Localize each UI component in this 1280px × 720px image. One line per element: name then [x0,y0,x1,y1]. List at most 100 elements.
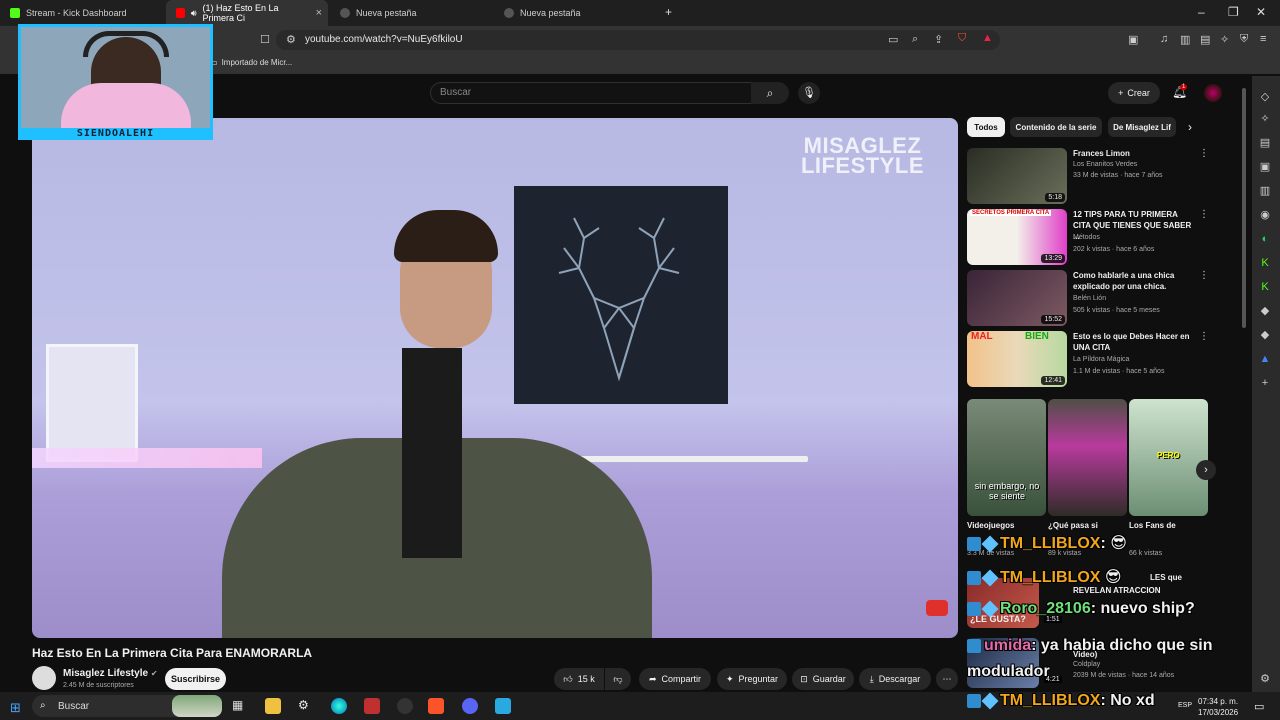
chip-todos[interactable]: Todos [967,117,1005,137]
minimize-icon[interactable]: – [1198,5,1205,19]
file-explorer-icon[interactable] [265,698,281,714]
more-vert-icon[interactable]: ⋮ [1199,270,1209,281]
share-button[interactable]: ➦ Compartir [639,668,711,690]
app-icon[interactable] [364,698,380,714]
app-icon[interactable]: ◆ [1258,304,1272,318]
bookmark-icon[interactable]: ☐ [260,33,270,46]
tab-new-2[interactable]: Nueva pestaña [494,0,656,26]
more-vert-icon[interactable]: ⋮ [1199,148,1209,159]
task-view-icon[interactable]: ▦ [232,698,248,714]
brave-shield-icon[interactable]: ⛉ [958,32,966,45]
gem-badge-icon [981,535,999,553]
music-icon[interactable]: ♫ [1160,33,1168,45]
reading-list-icon[interactable]: ▤ [1258,136,1272,150]
restore-icon[interactable]: ❐ [1228,5,1239,19]
brave-rewards-icon[interactable]: ▲ [982,32,993,44]
more-actions-button[interactable]: ⋯ [936,668,958,690]
kick-icon[interactable]: K [1258,256,1272,270]
leo-icon[interactable]: ✧ [1258,112,1272,126]
save-label: Guardar [812,674,846,684]
search-input[interactable] [430,82,752,104]
discord-icon[interactable] [462,698,478,714]
sidebar-add-icon[interactable]: ◇ [1258,90,1272,104]
shorts-next-icon[interactable]: › [1196,460,1216,480]
notifications-icon[interactable]: ▭ [1254,700,1264,713]
download-button[interactable]: ⤓ Descargar [859,668,931,690]
account-avatar[interactable] [1204,84,1222,102]
close-tab-icon[interactable]: × [316,7,322,19]
wallet-icon[interactable]: ▤ [1200,33,1210,46]
search-icon[interactable]: ⌕ [751,82,789,104]
short-thumbnail[interactable]: sin embargo, no se siente [967,399,1046,516]
channel-name[interactable]: Misaglez Lifestyle ✔ [63,668,158,679]
app-icon[interactable] [495,698,511,714]
vpn-icon[interactable]: ⛨ [1240,33,1248,46]
share-icon[interactable]: ⇪ [934,33,943,46]
deer-head-graphic [558,217,680,382]
rec-views: 505 k vistas · hace 5 meses [1073,307,1160,314]
reader-icon[interactable]: ▣ [1128,33,1138,46]
zoom-icon[interactable]: ⌕ [912,33,918,46]
search-highlight-image [172,695,222,717]
channel-name-text: Misaglez Lifestyle [63,668,149,679]
menu-icon[interactable]: ≡ [1260,33,1266,45]
chip-channel[interactable]: De Misaglez Lif [1108,117,1176,137]
rec-views: 202 k vistas · hace 6 años [1073,246,1155,253]
ask-button[interactable]: ✦ Preguntar [717,668,787,690]
sidebar-toggle-icon[interactable]: ▥ [1180,33,1190,46]
more-vert-icon[interactable]: ⋮ [1199,331,1209,342]
tab-youtube[interactable]: 🔊︎ (1) Haz Esto En La Primera Ci × [166,0,328,26]
obs-icon[interactable] [397,698,413,714]
presenter-hair [394,210,498,262]
bookmark-imported[interactable]: ▭ Importado de Micr... [210,58,292,67]
rec-video[interactable]: MAL BIEN 12:41 Esto es lo que Debes Hace… [967,331,1217,389]
rec-video[interactable]: 5:18 Frances Limon Los Enanitos Verdes 3… [967,148,1217,206]
drive-icon[interactable]: ▲ [1258,352,1272,366]
sub-badge-icon [967,570,981,585]
short-thumbnail[interactable]: PERO [1129,399,1208,516]
brave-icon[interactable] [428,698,444,714]
chat-message: TM_LLIBLOX: No xd [967,692,1155,710]
tab-kick-dashboard[interactable]: Stream - Kick Dashboard [0,0,164,26]
scrollbar-thumb[interactable] [1242,88,1246,328]
kick-icon[interactable]: K [1258,280,1272,294]
shield-icon[interactable]: ◉ [1258,208,1272,222]
site-info-icon[interactable]: ⚙ [286,33,296,46]
new-tab-icon[interactable]: + [665,5,672,19]
rec-video[interactable]: 15:52 Como hablarle a una chica explicad… [967,270,1217,328]
rec-video[interactable]: SECRETOS PRIMERA CITA 13:29 12 TIPS PARA… [967,209,1217,267]
dislike-button[interactable]: 👎︎ [605,668,631,690]
leo-ai-icon[interactable]: ✧ [1220,33,1229,46]
create-button[interactable]: + Crear [1108,82,1160,104]
url-text[interactable]: youtube.com/watch?v=NuEy6fkiloU [305,34,463,45]
chevron-right-icon[interactable]: › [1188,120,1192,134]
windows-start-icon[interactable]: ⊞ [10,700,21,716]
language-indicator[interactable]: ESP [1178,702,1192,709]
short-thumbnail[interactable] [1048,399,1127,516]
bookmark-icon: ⊡ [800,673,808,684]
history-icon[interactable]: ▥ [1258,184,1272,198]
settings-icon[interactable]: ⚙ [1258,672,1272,686]
bookmarks-icon[interactable]: ▣ [1258,160,1272,174]
add-panel-icon[interactable]: + [1258,376,1272,390]
tab-new-1[interactable]: Nueva pestaña [330,0,492,26]
channel-avatar[interactable] [32,666,56,690]
chat-message: TM_LLIBLOX: 😎︎ [967,533,1127,553]
close-window-icon[interactable]: ✕ [1256,5,1266,19]
settings-icon[interactable]: ⚙ [298,698,314,714]
like-button[interactable]: 👍︎ 15 k [554,668,604,690]
clock[interactable]: 07:34 p. m. 17/03/2026 [1198,696,1238,718]
save-button[interactable]: ⊡ Guardar [792,668,854,690]
more-vert-icon[interactable]: ⋮ [1199,209,1209,220]
subscribe-button[interactable]: Suscribirse [165,668,226,690]
whatsapp-icon[interactable]: ◐ [1258,232,1272,246]
app-icon[interactable]: ◆ [1258,328,1272,342]
microphone-icon[interactable]: 🎙︎ [798,82,820,104]
cast-icon[interactable]: ▭ [888,33,898,46]
video-player[interactable]: MISAGLEZ LIFESTYLE [32,118,958,638]
chip-series[interactable]: Contenido de la serie [1010,117,1102,137]
edge-icon[interactable] [331,698,347,714]
taskbar-search-label: Buscar [58,701,90,712]
clock-date: 17/03/2026 [1198,708,1239,717]
rec-fragment: LES que [1150,573,1183,582]
